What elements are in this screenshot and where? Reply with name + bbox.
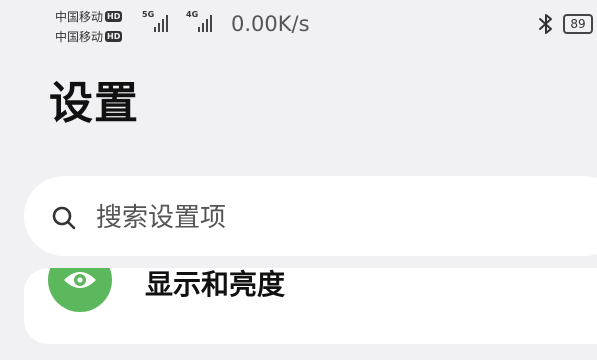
carrier-list: 中国移动 HD 中国移动 HD xyxy=(55,6,145,46)
carrier-name: 中国移动 xyxy=(55,9,104,24)
carrier-name: 中国移动 xyxy=(55,29,104,44)
bluetooth-icon xyxy=(539,14,552,34)
signal-bars xyxy=(154,15,168,32)
status-bar: 中国移动 HD 中国移动 HD 5G 4G 0.00K/s 89 xyxy=(0,0,597,50)
signal-strength-icon: 5G xyxy=(142,10,176,32)
settings-item-display-brightness[interactable]: 显示和亮度 xyxy=(24,268,597,344)
hd-badge: HD xyxy=(105,30,123,42)
signal-indicators: 5G 4G xyxy=(142,10,220,32)
hd-badge: HD xyxy=(105,10,123,22)
network-type-label: 5G xyxy=(142,10,155,19)
display-brightness-icon xyxy=(48,268,112,312)
battery-level: 89 xyxy=(570,17,586,31)
signal-bars xyxy=(198,15,212,32)
carrier-row: 中国移动 HD xyxy=(55,26,145,46)
search-icon xyxy=(52,206,76,230)
signal-strength-icon: 4G xyxy=(186,10,220,32)
carrier-row: 中国移动 HD xyxy=(55,6,145,26)
eye-icon xyxy=(64,272,96,288)
search-input[interactable] xyxy=(96,196,496,240)
page-title: 设置 xyxy=(49,78,139,129)
network-speed: 0.00K/s xyxy=(231,12,310,36)
network-type-label: 4G xyxy=(186,10,199,19)
settings-item-label: 显示和亮度 xyxy=(145,268,286,301)
battery-icon: 89 xyxy=(563,14,593,34)
